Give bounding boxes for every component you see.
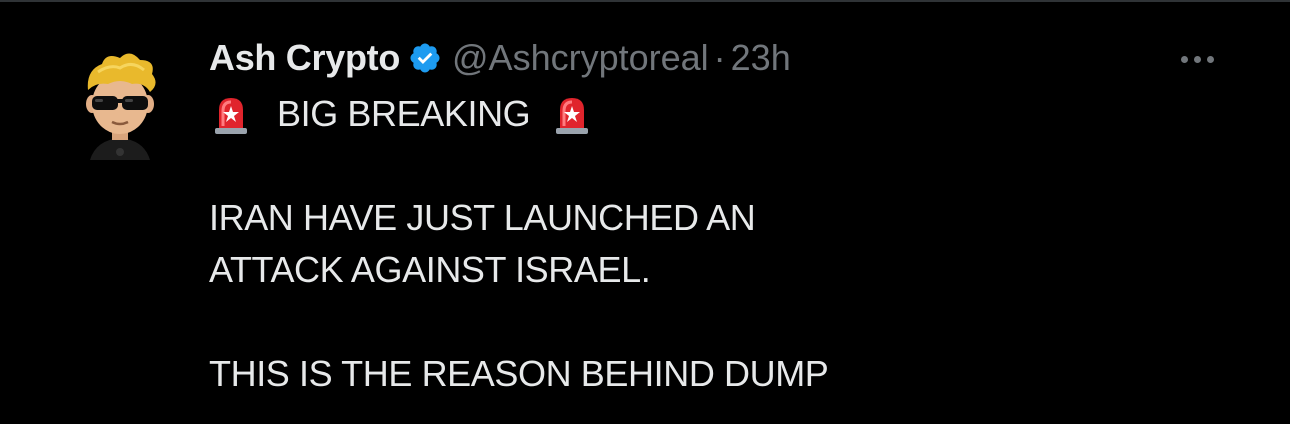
more-horizontal-icon (1180, 55, 1188, 63)
author-handle[interactable]: @Ashcryptoreal (452, 37, 709, 79)
display-name[interactable]: Ash Crypto (209, 37, 400, 79)
tweet-headline: BIG BREAKING (277, 93, 531, 134)
tweet-body-line: ATTACK AGAINST ISRAEL. (209, 249, 651, 290)
timestamp[interactable]: 23h (731, 37, 791, 79)
more-options-button[interactable] (1172, 44, 1222, 74)
police-siren-icon (550, 92, 594, 136)
tweet-text: BIG BREAKING IRAN HAVE JUST LAUNCHED AN … (209, 88, 829, 400)
separator-dot: · (713, 37, 726, 78)
tweet-body-line: IRAN HAVE JUST LAUNCHED AN (209, 197, 756, 238)
tweet-header: Ash Crypto @Ashcryptoreal · 23h (209, 34, 791, 82)
tweet-body-line: THIS IS THE REASON BEHIND DUMP (209, 353, 829, 394)
more-horizontal-icon (1206, 55, 1214, 63)
police-siren-icon (209, 92, 253, 136)
tweet-headline-line: BIG BREAKING (209, 88, 828, 140)
more-horizontal-icon (1193, 55, 1201, 63)
top-divider (0, 0, 1290, 2)
verified-badge-icon[interactable] (408, 41, 442, 75)
avatar[interactable] (76, 44, 166, 174)
